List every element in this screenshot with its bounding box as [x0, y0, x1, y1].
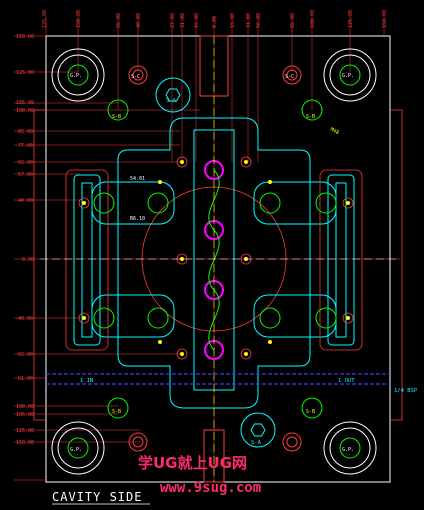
top-dim-4: 40.00 — [136, 13, 142, 28]
plate-side-notch-right — [390, 109, 403, 421]
left-dim-17: 150.00 — [16, 440, 34, 446]
slide-right — [327, 174, 355, 346]
plate-side-notch-left — [33, 109, 46, 421]
cooling-ports — [93, 192, 337, 329]
top-dim-3: 65.00 — [116, 13, 122, 28]
top-dim-11: 56.00 — [256, 13, 262, 28]
left-dim-1: 150.00 — [16, 34, 34, 40]
gp-label-bottom-right: G.P. — [342, 447, 354, 453]
top-dim-7: 16.00 — [194, 13, 200, 28]
left-dim-11: 40.00 — [18, 316, 33, 322]
screw-label-top-right: S-C — [285, 74, 294, 80]
screw-hole-bottom-right — [282, 432, 302, 452]
top-dim-8: 0.00 — [212, 16, 218, 28]
gp-label-top-left: G.P. — [70, 73, 82, 79]
thread-note-top: M48 — [329, 127, 340, 137]
annotation-b: B6.10 — [130, 216, 145, 222]
slide-left — [73, 174, 101, 346]
top-dim-9: 15.00 — [230, 13, 236, 28]
watermark-line2: www.9sug.com — [160, 480, 261, 496]
left-dim-2: 125.00 — [16, 70, 34, 76]
drawing-title: CAVITY SIDE — [52, 490, 142, 504]
slide-arm-left — [91, 181, 175, 338]
left-dim-13: 81.00 — [18, 376, 33, 382]
gp-label-bottom-left: G.P. — [70, 447, 82, 453]
watermark-line1: 学UG就上UG网 — [138, 454, 247, 472]
sb-label-3: S-B — [112, 409, 121, 415]
left-dim-10: 0.00 — [22, 257, 34, 263]
annotation-a: 54.01 — [130, 176, 145, 182]
sprue-label-bottom: S-A — [251, 440, 262, 446]
top-dim-12: 65.00 — [290, 13, 296, 28]
left-dim-6: 77.00 — [18, 143, 33, 149]
top-dim-14: 125.00 — [348, 10, 354, 28]
top-dim-13: 100.00 — [310, 10, 316, 28]
sprue-label-top: S-A — [166, 98, 177, 104]
sb-label-2: S-B — [306, 114, 315, 120]
top-dim-15: 150.00 — [382, 10, 388, 28]
top-dim-2: 150.00 — [76, 10, 82, 28]
cavity-side-drawing: 125.00 150.00 65.00 40.00 27.00 31.00 16… — [14, 10, 418, 505]
left-dim-15: 105.00 — [16, 412, 34, 418]
left-dim-8: 57.00 — [18, 172, 33, 178]
left-dim-5: 85.00 — [18, 129, 33, 135]
left-dim-12: 65.00 — [18, 352, 33, 358]
left-dimension-lines — [14, 35, 400, 481]
outlet-label: 1 OUT — [338, 378, 355, 384]
slide-arm-right — [253, 181, 337, 338]
sb-label-4: S-B — [306, 409, 315, 415]
left-dim-16: 125.00 — [16, 428, 34, 434]
inlet-label: 1 IN — [80, 378, 93, 384]
left-dim-4: 100.00 — [16, 108, 34, 114]
gp-label-top-right: G.P. — [342, 73, 354, 79]
support-b-4 — [301, 397, 323, 419]
left-dim-3: 105.00 — [16, 100, 34, 106]
top-dim-1: 125.00 — [42, 10, 48, 28]
left-dim-14: 100.00 — [16, 404, 34, 410]
sb-label-1: S-B — [112, 114, 121, 120]
screw-label-top-left: S-C — [131, 74, 140, 80]
left-dim-9: 40.00 — [18, 198, 33, 204]
left-dim-7: 65.00 — [18, 160, 33, 166]
bsp-note: 1/4 BSP — [394, 388, 418, 394]
top-dim-10: 31.00 — [246, 13, 252, 28]
top-dim-6: 31.00 — [180, 13, 186, 28]
sprue-a-top — [155, 77, 191, 113]
support-b-3 — [107, 397, 129, 419]
top-dim-5: 27.00 — [170, 13, 176, 28]
